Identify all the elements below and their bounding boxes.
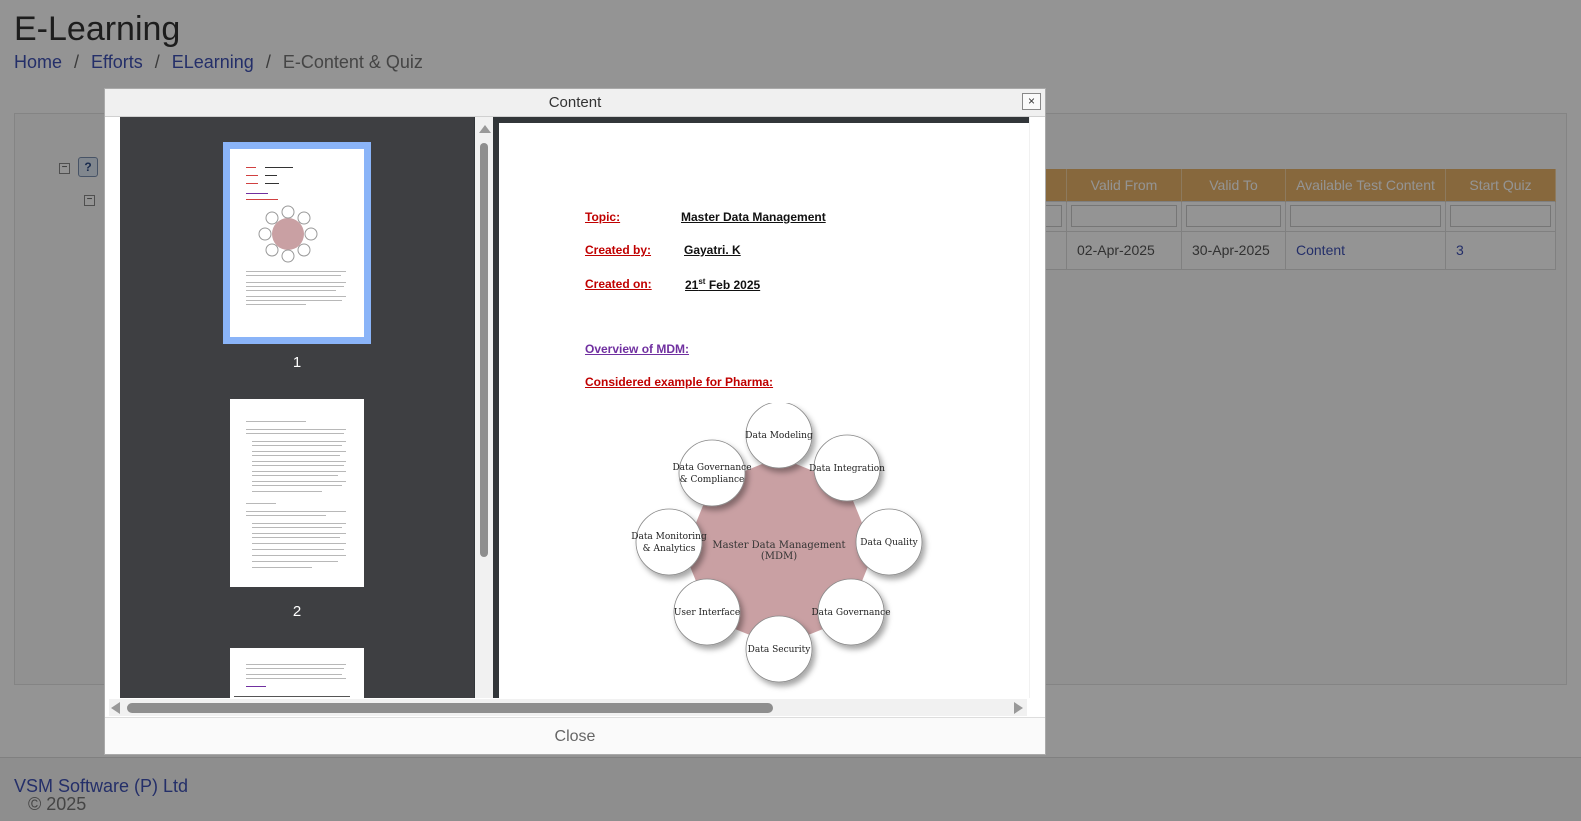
page-number-2: 2 [292,603,302,620]
content-dialog: Content × 1 2 Topic: Master Data Managem… [104,88,1046,755]
mdm-node-label: & Compliance [680,475,745,485]
thumbnail-scrollbar[interactable] [475,117,493,698]
thumbnail-diagram [258,205,318,263]
scroll-right-arrow-icon[interactable] [1014,702,1023,714]
scroll-left-arrow-icon[interactable] [111,702,120,714]
created-by-label: Created by: [585,243,652,257]
mdm-center-label: Master Data Management [712,540,845,551]
dialog-footer: Close [105,717,1045,754]
mdm-diagram: Master Data Management (MDM) Data Modeli… [631,403,923,683]
dialog-close-icon[interactable]: × [1022,93,1041,110]
mdm-node-circle [678,439,746,507]
mdm-node-label: User Interface [674,608,740,618]
example-heading: Considered example for Pharma: [585,375,774,389]
mdm-center-sublabel: (MDM) [761,551,797,562]
pdf-viewer: 1 2 Topic: Master Data Management Create… [120,117,1030,698]
scroll-up-arrow-icon[interactable] [479,125,491,133]
mdm-node-label: Data Monitoring [631,532,707,542]
created-on-value: 21st Feb 2025 [685,277,761,292]
scrollbar-thumb[interactable] [127,703,773,713]
mdm-node-label: Data Security [748,645,812,655]
scrollbar-thumb[interactable] [480,143,488,557]
created-by-value: Gayatri. K [684,243,741,257]
dialog-titlebar: Content × [105,89,1045,117]
page-thumbnail-3[interactable] [230,648,364,698]
mdm-node-label: Data Governance [811,608,890,618]
topic-value: Master Data Management [681,210,826,224]
mdm-node-label: Data Governance [672,463,751,473]
mdm-node-label: Data Quality [860,538,918,548]
created-on-label: Created on: [585,277,652,291]
topic-label: Topic: [585,210,621,224]
thumbnail-pane: 1 2 [120,117,474,698]
mdm-node-label: Data Integration [809,464,885,474]
mdm-node-circle [635,508,703,576]
mdm-node-label: & Analytics [643,544,696,554]
mdm-node-label: Data Modeling [745,431,813,441]
document-page: Topic: Master Data Management Created by… [499,123,1029,698]
document-scrollbar[interactable] [1029,117,1030,698]
overview-heading: Overview of MDM: [585,342,690,356]
page-number-1: 1 [292,354,302,371]
page-thumbnail-1[interactable] [223,142,371,344]
page-thumbnail-2[interactable] [230,399,364,587]
dialog-title: Content [548,94,602,111]
close-button[interactable]: Close [555,718,596,755]
horizontal-scrollbar[interactable] [109,699,1027,716]
